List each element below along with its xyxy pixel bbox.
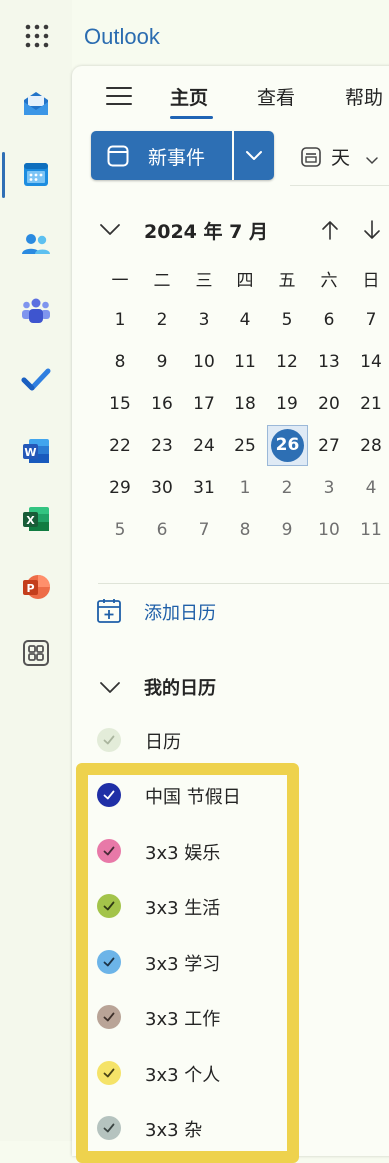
app-launcher-icon[interactable] [18,17,56,55]
date-cell[interactable]: 5 [104,520,136,540]
weekday-label: 日 [362,271,380,291]
month-collapse-chevron-icon[interactable] [99,222,121,241]
word-icon[interactable]: W [17,432,55,470]
date-cell[interactable]: 7 [355,310,387,330]
date-cell[interactable]: 9 [271,520,303,540]
date-cell[interactable]: 4 [355,478,387,498]
date-cell[interactable]: 28 [355,436,387,456]
weekday-label: 三 [195,271,213,291]
date-cell[interactable]: 6 [313,310,345,330]
people-icon[interactable] [17,225,55,263]
view-selector-label: 天 [331,147,351,169]
excel-icon[interactable]: X [17,500,55,538]
tab-help[interactable]: 帮助 [345,83,383,110]
hamburger-menu-icon[interactable] [106,86,132,106]
date-cell[interactable]: 4 [229,310,261,330]
new-event-dropdown-button[interactable] [234,131,274,180]
date-cell[interactable]: 1 [104,310,136,330]
date-cell[interactable]: 23 [146,436,178,456]
date-cell[interactable]: 17 [188,394,220,414]
day-view-icon [300,146,322,172]
chevron-down-icon [365,151,379,170]
date-cell[interactable]: 12 [271,352,303,372]
date-cell[interactable]: 19 [271,394,303,414]
date-cell[interactable]: 10 [188,352,220,372]
date-cell[interactable]: 30 [146,478,178,498]
svg-text:X: X [26,514,35,527]
weekday-label: 六 [320,271,338,291]
date-cell[interactable]: 14 [355,352,387,372]
weekday-label: 一 [111,271,129,291]
active-indicator [2,152,5,198]
calendar-icon[interactable] [17,155,55,193]
new-event-button[interactable]: 新事件 [91,131,274,180]
date-cell[interactable]: 9 [146,352,178,372]
svg-text:P: P [26,582,34,595]
add-calendar-link[interactable]: 添加日历 [144,599,216,625]
date-cell[interactable]: 8 [229,520,261,540]
tab-view[interactable]: 查看 [257,83,295,110]
date-cell[interactable]: 6 [146,520,178,540]
date-cell[interactable]: 11 [355,520,387,540]
date-cell[interactable]: 29 [104,478,136,498]
app-title: Outlook [84,24,160,49]
my-calendars-header[interactable]: 我的日历 [144,674,216,700]
add-calendar-icon[interactable] [96,598,122,628]
month-title[interactable]: 2024 年 7 月 [144,217,268,244]
date-cell[interactable]: 22 [104,436,136,456]
date-cell[interactable]: 25 [229,436,261,456]
date-cell[interactable]: 7 [188,520,220,540]
toolbar-divider [290,185,389,186]
date-cell[interactable]: 2 [146,310,178,330]
my-calendars-chevron-icon[interactable] [99,680,121,699]
calendar-name: 日历 [145,732,181,753]
new-event-label: 新事件 [148,147,206,169]
calendar-outline-icon [106,144,130,172]
view-selector[interactable]: 天 [298,140,389,174]
date-cell[interactable]: 15 [104,394,136,414]
date-cell[interactable]: 27 [313,436,345,456]
date-cell[interactable]: 16 [146,394,178,414]
date-cell[interactable]: 1 [229,478,261,498]
app-rail: W X P [0,0,72,1141]
calendar-checkbox-icon[interactable] [97,728,121,752]
date-cell[interactable]: 5 [271,310,303,330]
previous-month-arrow-icon[interactable] [320,219,340,245]
date-cell[interactable]: 24 [188,436,220,456]
date-cell[interactable]: 11 [229,352,261,372]
date-cell[interactable]: 18 [229,394,261,414]
svg-text:W: W [24,446,36,459]
tab-home[interactable]: 主页 [170,83,208,110]
date-cell[interactable]: 21 [355,394,387,414]
highlight-frame [76,763,299,1163]
date-cell[interactable]: 2 [271,478,303,498]
more-apps-icon[interactable] [17,634,55,672]
date-cell[interactable]: 13 [313,352,345,372]
weekday-label: 二 [153,271,171,291]
date-cell[interactable]: 20 [313,394,345,414]
weekday-label: 五 [278,271,296,291]
weekday-label: 四 [236,271,254,291]
date-cell[interactable]: 31 [188,478,220,498]
powerpoint-icon[interactable]: P [17,568,55,606]
teams-icon[interactable] [17,292,55,330]
todo-icon[interactable] [17,360,55,398]
next-month-arrow-icon[interactable] [362,219,382,245]
active-tab-underline [170,116,213,119]
date-cell[interactable]: 8 [104,352,136,372]
today-date[interactable]: 26 [271,429,304,462]
date-cell[interactable]: 10 [313,520,345,540]
date-cell[interactable]: 3 [313,478,345,498]
section-divider [98,583,389,584]
date-cell[interactable]: 3 [188,310,220,330]
mail-icon[interactable] [17,85,55,123]
